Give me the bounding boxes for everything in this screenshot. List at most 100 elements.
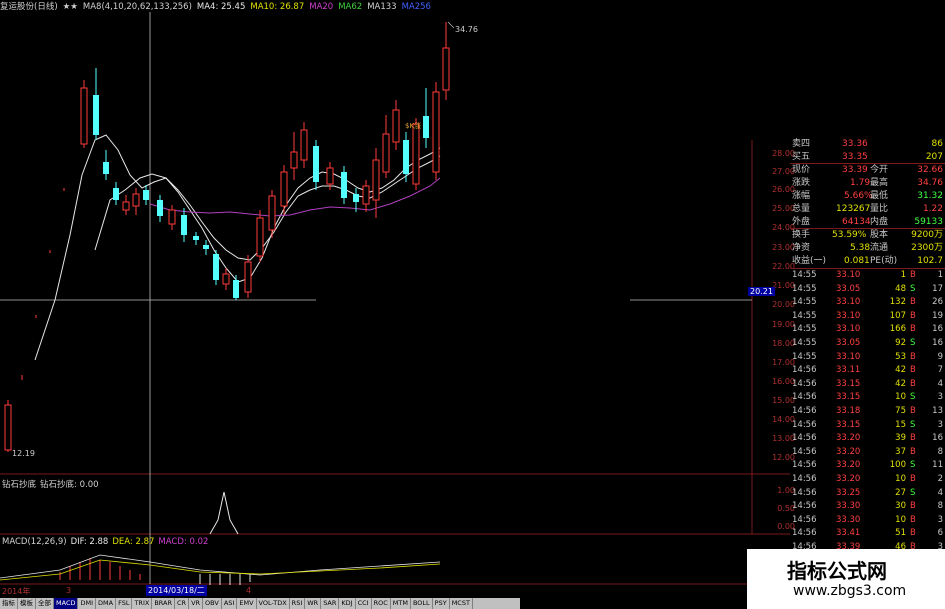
- tab-15[interactable]: RSI: [290, 598, 306, 609]
- tick-side: B: [910, 310, 916, 321]
- tick-side: B: [910, 324, 916, 335]
- tick-count: 8: [937, 501, 943, 512]
- tab-21[interactable]: MTM: [391, 598, 411, 609]
- tick-volume: 48: [895, 283, 906, 294]
- quote-panel-gridlines: [790, 163, 945, 269]
- tick-price: 33.15: [836, 378, 861, 389]
- signal-label: $K涨: [405, 121, 421, 130]
- tick-count: 8: [937, 446, 943, 457]
- tick-volume: 10: [895, 392, 906, 403]
- tab-22[interactable]: BOLL: [411, 598, 433, 609]
- tick-count: 3: [937, 392, 943, 403]
- tick-time: 14:56: [792, 433, 817, 444]
- tick-list[interactable]: 14:55 33.10 1 B 1 14:55 33.05 48 S 17 14:55 33.10 13…: [790, 269, 945, 555]
- macd-label[interactable]: MACD(12,26,9) DIF: 2.88 DEA: 2.87 MACD: 0.0…: [2, 537, 208, 547]
- tick-count: 16: [932, 433, 943, 444]
- tick-count: 19: [932, 310, 943, 321]
- tick-side: B: [910, 474, 916, 484]
- tick-volume: 92: [895, 338, 906, 348]
- tab-0[interactable]: 指标: [0, 598, 18, 609]
- tab-19[interactable]: CCI: [356, 598, 372, 609]
- tick-price: 33.10: [836, 351, 861, 362]
- tab-20[interactable]: ROC: [372, 598, 391, 609]
- tick-side: B: [910, 501, 916, 512]
- tick-row: 14:55 33.05 92 S 16: [790, 337, 945, 351]
- tick-time: 14:56: [792, 406, 817, 416]
- tick-price: 33.20: [836, 446, 861, 457]
- tick-side: S: [910, 419, 916, 430]
- tick-row: 14:56 33.15 42 B 4: [790, 378, 945, 392]
- tick-time: 14:56: [792, 446, 817, 457]
- tick-price: 33.18: [836, 406, 861, 416]
- tick-side: B: [910, 378, 916, 389]
- tick-time: 14:56: [792, 378, 817, 389]
- tick-row: 14:56 33.41 51 B 6: [790, 527, 945, 541]
- tick-time: 14:56: [792, 487, 817, 498]
- tick-count: 3: [937, 419, 943, 430]
- indicator-tabs: 指标 模板 全部 MACD DMI DMA FSL TRIX BRAR CR VR OBV ASI EMV…: [0, 598, 520, 609]
- tick-side: B: [910, 351, 916, 362]
- tick-side: S: [910, 283, 916, 294]
- tick-volume: 30: [895, 501, 906, 512]
- tick-price: 33.05: [836, 283, 861, 294]
- tick-side: B: [910, 446, 916, 457]
- tick-side: S: [910, 338, 916, 348]
- tab-11[interactable]: OBV: [203, 598, 222, 609]
- kline-chart[interactable]: 34.76 12.19 $K涨: [0, 0, 790, 598]
- tick-volume: 42: [895, 378, 906, 389]
- tab-5[interactable]: DMA: [96, 598, 117, 609]
- tick-price: 33.10: [836, 270, 861, 280]
- tick-volume: 37: [895, 446, 906, 457]
- tick-time: 14:55: [792, 283, 817, 294]
- site-watermark: 指标公式网 www.zbgs3.com: [747, 549, 945, 609]
- tick-price: 33.05: [836, 338, 861, 348]
- tick-volume: 75: [895, 406, 906, 416]
- tick-row: 14:56 33.15 10 S 3: [790, 391, 945, 405]
- tab-6[interactable]: FSL: [116, 598, 133, 609]
- tick-count: 26: [932, 297, 943, 308]
- tab-16[interactable]: WR: [305, 598, 322, 609]
- tab-1[interactable]: 模板: [18, 598, 36, 609]
- tick-count: 7: [937, 365, 943, 376]
- diamond-indicator-label[interactable]: 钻石抄底 钻石抄底: 0.00: [2, 478, 99, 490]
- tick-row: 14:55 33.10 53 B 9: [790, 351, 945, 365]
- tick-price: 33.30: [836, 501, 861, 512]
- tab-17[interactable]: SAR: [321, 598, 340, 609]
- tab-7[interactable]: TRIX: [132, 598, 153, 609]
- tab-13[interactable]: EMV: [237, 598, 257, 609]
- tick-row: 14:56 33.30 30 B 8: [790, 500, 945, 514]
- tick-count: 9: [937, 351, 943, 362]
- tab-4[interactable]: DMI: [78, 598, 97, 609]
- tick-time: 14:56: [792, 419, 817, 430]
- tab-12[interactable]: ASI: [222, 598, 238, 609]
- tick-volume: 39: [895, 433, 906, 444]
- tick-volume: 132: [889, 297, 906, 308]
- tab-3[interactable]: MACD: [54, 598, 79, 609]
- watermark-url: www.zbgs3.com: [793, 583, 907, 599]
- tick-volume: 100: [889, 460, 906, 471]
- tick-time: 14:56: [792, 474, 817, 484]
- tick-count: 4: [937, 378, 943, 389]
- date-axis: 2014年 3 4 2014/03/18/二: [0, 585, 790, 598]
- tab-24[interactable]: MCST: [450, 598, 473, 609]
- tick-price: 33.10: [836, 324, 861, 335]
- tab-14[interactable]: VOL-TDX: [257, 598, 290, 609]
- tab-8[interactable]: BRAR: [152, 598, 175, 609]
- watermark-title: 指标公式网: [787, 559, 887, 583]
- tick-count: 1: [937, 270, 943, 280]
- tick-row: 14:56 33.18 75 B 13: [790, 405, 945, 419]
- tick-row: 14:55 33.10 166 B 16: [790, 323, 945, 337]
- tick-count: 6: [937, 528, 943, 539]
- tick-volume: 51: [895, 528, 906, 539]
- tab-2[interactable]: 全部: [36, 598, 54, 609]
- tick-row: 14:55 33.10 1 B 1: [790, 269, 945, 283]
- tab-23[interactable]: PSY: [433, 598, 450, 609]
- tab-10[interactable]: VR: [189, 598, 204, 609]
- tick-volume: 10: [895, 474, 906, 484]
- tab-9[interactable]: CR: [175, 598, 190, 609]
- tick-volume: 107: [889, 310, 906, 321]
- tab-18[interactable]: KDJ: [339, 598, 356, 609]
- tick-side: S: [910, 392, 916, 403]
- tick-time: 14:56: [792, 501, 817, 512]
- tick-count: 16: [932, 338, 943, 348]
